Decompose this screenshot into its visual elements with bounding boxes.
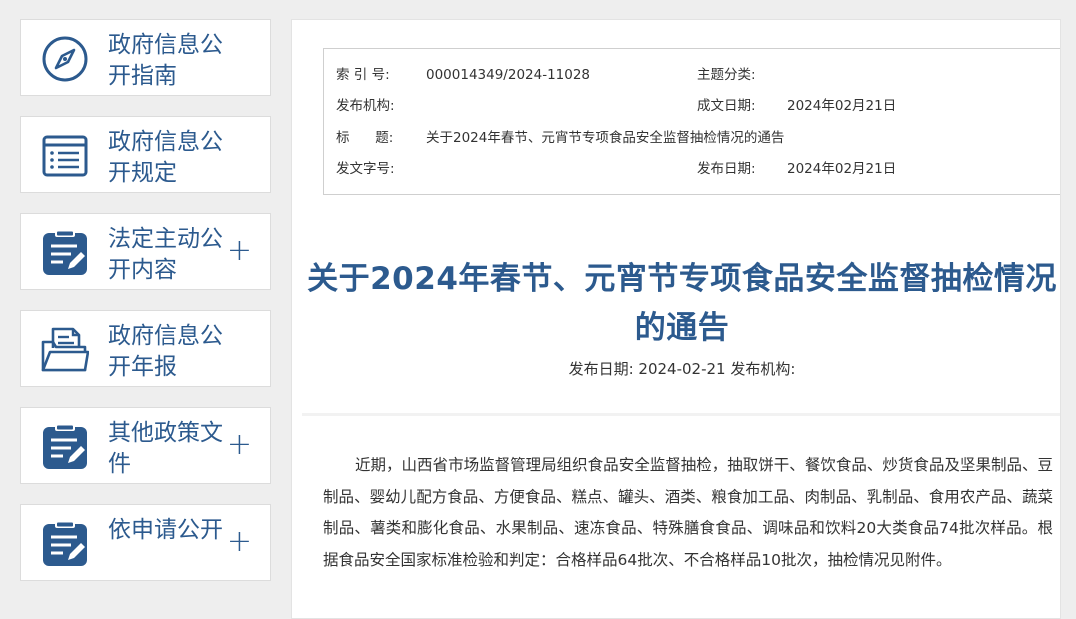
- doc-number-label: 发文字号:: [336, 161, 395, 177]
- divider: [302, 413, 1060, 416]
- clipboard-edit-icon: [43, 521, 87, 566]
- sidebar-item-on-request[interactable]: 依申请公开 +: [20, 504, 271, 581]
- topic-label: 主题分类:: [697, 67, 756, 83]
- expand-plus-icon[interactable]: +: [227, 430, 252, 460]
- expand-plus-icon[interactable]: +: [227, 527, 252, 557]
- metadata-table: 索 引 号: 000014349/2024-11028 主题分类: 发布机构: …: [323, 48, 1060, 195]
- clipboard-edit-icon: [43, 230, 87, 275]
- publish-info: 发布日期: 2024-02-21 发布机构:: [568, 360, 796, 378]
- main-content: 索 引 号: 000014349/2024-11028 主题分类: 发布机构: …: [291, 19, 1061, 619]
- metadata-row: 标 题: 关于2024年春节、元宵节专项食品安全监督抽检情况的通告: [336, 128, 1060, 148]
- sidebar-item-guide[interactable]: 政府信息公开指南: [20, 19, 271, 96]
- sidebar-item-regulations[interactable]: 政府信息公开规定: [20, 116, 271, 193]
- page-title: 关于2024年春节、元宵节专项食品安全监督抽检情况的通告: [307, 261, 1057, 346]
- publish-date-value: 2024年02月21日: [787, 161, 897, 177]
- sidebar-item-label: 政府信息公开规定: [108, 129, 223, 186]
- index-value: 000014349/2024-11028: [426, 67, 591, 83]
- sidebar-item-label: 政府信息公开指南: [108, 32, 223, 89]
- sidebar-item-other-policies[interactable]: 其他政策文件 +: [20, 407, 271, 484]
- compass-icon: [42, 36, 88, 82]
- sidebar-item-label: 政府信息公开年报: [108, 323, 223, 380]
- sidebar-item-label: 法定主动公开内容: [108, 226, 223, 283]
- sidebar: 政府信息公开指南 政府信息公开规定 法定主动公开内容 + 政府信息公开年报 其他…: [20, 19, 271, 601]
- metadata-row: 发布机构: 成文日期: 2024年02月21日: [336, 96, 1060, 116]
- sidebar-item-statutory[interactable]: 法定主动公开内容 +: [20, 213, 271, 290]
- folder-document-icon: [41, 327, 89, 372]
- clipboard-edit-icon: [43, 424, 87, 469]
- list-document-icon: [42, 135, 88, 177]
- title-label: 标 题:: [336, 130, 394, 146]
- metadata-row: 索 引 号: 000014349/2024-11028 主题分类:: [336, 65, 1060, 85]
- title-value: 关于2024年春节、元宵节专项食品安全监督抽检情况的通告: [426, 130, 785, 146]
- sidebar-item-label: 依申请公开: [108, 517, 223, 543]
- publisher-label: 发布机构:: [336, 98, 395, 114]
- created-date-value: 2024年02月21日: [787, 98, 897, 114]
- created-date-label: 成文日期:: [697, 98, 756, 114]
- article-body: 近期，山西省市场监督管理局组织食品安全监督抽检，抽取饼干、餐饮食品、炒货食品及坚…: [323, 456, 1053, 569]
- expand-plus-icon[interactable]: +: [227, 236, 252, 266]
- sidebar-item-label: 其他政策文件: [108, 420, 223, 477]
- publish-date-label: 发布日期:: [697, 161, 756, 177]
- sidebar-item-annual-report[interactable]: 政府信息公开年报: [20, 310, 271, 387]
- metadata-row: 发文字号: 发布日期: 2024年02月21日: [336, 159, 1060, 179]
- index-label: 索 引 号:: [336, 67, 390, 83]
